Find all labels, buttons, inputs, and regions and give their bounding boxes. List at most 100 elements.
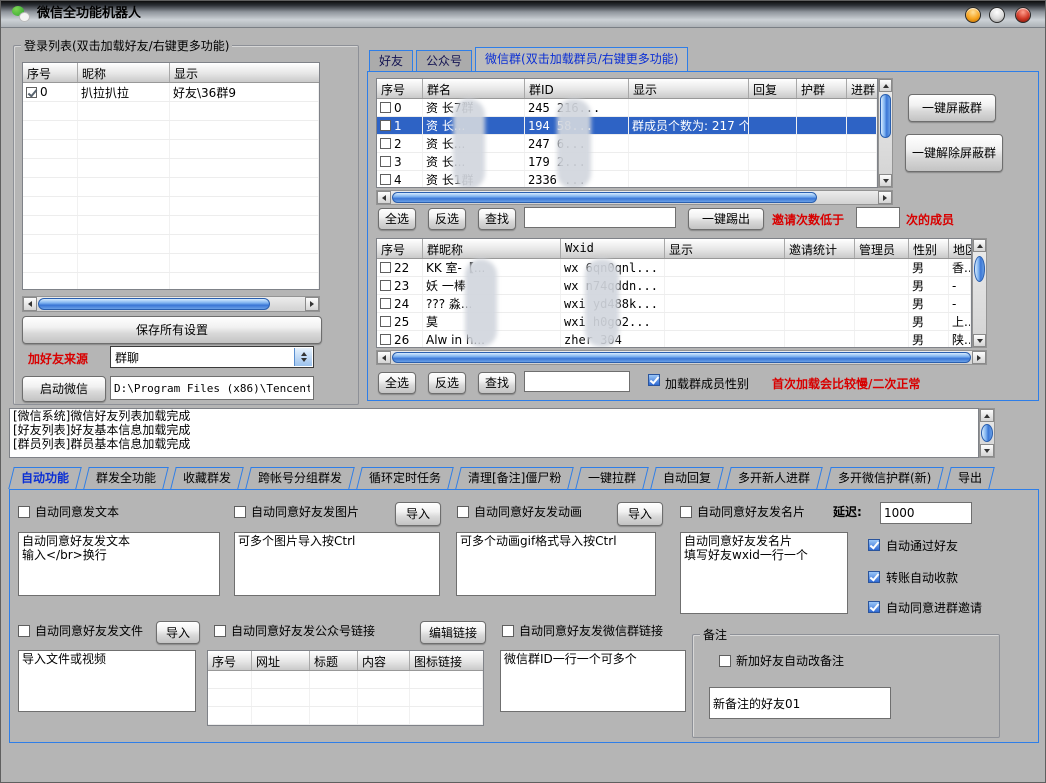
scroll-left-icon[interactable] xyxy=(377,351,391,364)
kick-button[interactable]: 一键踢出 xyxy=(688,208,764,230)
tab-pull-group[interactable]: 一键拉群 xyxy=(576,467,650,489)
group-hscrollbar[interactable] xyxy=(376,190,893,205)
friend-source-combobox[interactable]: 群聊 xyxy=(110,346,314,368)
member-find-input[interactable] xyxy=(524,371,630,392)
tab-cross-account-send[interactable]: 跨帐号分组群发 xyxy=(245,467,355,489)
auto-text-checkbox[interactable] xyxy=(18,506,30,518)
auto-image-area[interactable]: 可多个图片导入按Ctrl xyxy=(234,532,440,596)
auto-card-area[interactable]: 自动同意好友发名片 填写好友wxid一行一个 xyxy=(680,532,848,614)
login-hscroll-thumb[interactable] xyxy=(38,298,270,310)
row-checkbox[interactable] xyxy=(380,156,391,167)
log-vscrollbar[interactable] xyxy=(979,408,995,458)
auto-text-area[interactable]: 自动同意好友发文本 输入</br>换行 xyxy=(18,532,220,596)
wechat-path-input[interactable] xyxy=(110,376,314,400)
auto-grouplink-checkbox[interactable] xyxy=(502,625,514,637)
auto-join-checkbox[interactable] xyxy=(868,601,880,613)
scroll-up-icon[interactable] xyxy=(973,239,986,252)
minimize-button[interactable] xyxy=(965,7,981,23)
tab-export[interactable]: 导出 xyxy=(945,467,995,489)
scroll-up-icon[interactable] xyxy=(879,79,892,92)
group-select-all-button[interactable]: 全选 xyxy=(378,208,416,230)
import-images-button[interactable]: 导入 xyxy=(395,502,441,526)
row-checkbox[interactable] xyxy=(380,174,391,185)
table-row[interactable]: 3 资 长...179 2... xyxy=(377,153,877,171)
row-checkbox[interactable] xyxy=(380,120,391,131)
member-select-all-button[interactable]: 全选 xyxy=(378,372,416,394)
block-group-button[interactable]: 一键屏蔽群 xyxy=(908,94,996,122)
tab-newcomer-join[interactable]: 多开新人进群 xyxy=(726,467,824,489)
auto-anim-area[interactable]: 可多个动画gif格式导入按Ctrl xyxy=(456,532,656,596)
tab-favorites-send[interactable]: 收藏群发 xyxy=(170,467,244,489)
edit-link-button[interactable]: 编辑链接 xyxy=(420,621,486,644)
row-checkbox[interactable] xyxy=(380,316,391,327)
auto-publink-checkbox[interactable] xyxy=(214,625,226,637)
row-checkbox[interactable] xyxy=(380,280,391,291)
auto-file-area[interactable]: 导入文件或视频 xyxy=(18,650,196,712)
member-vscrollbar[interactable] xyxy=(972,238,987,348)
delay-input[interactable] xyxy=(880,502,972,524)
tab-auto-functions[interactable]: 自动功能 xyxy=(8,467,82,489)
group-invert-button[interactable]: 反选 xyxy=(428,208,466,230)
scroll-left-icon[interactable] xyxy=(23,297,37,311)
group-hscroll-thumb[interactable] xyxy=(392,192,817,203)
remark-checkbox[interactable] xyxy=(719,655,731,667)
scroll-right-icon[interactable] xyxy=(972,351,986,364)
unblock-group-button[interactable]: 一键解除屏蔽群 xyxy=(905,134,1003,172)
scroll-right-icon[interactable] xyxy=(878,191,892,204)
group-find-button[interactable]: 查找 xyxy=(478,208,516,230)
tab-multi-guard[interactable]: 多开微信护群(新) xyxy=(825,467,944,489)
remark-value-input[interactable] xyxy=(709,687,891,719)
tab-official-accounts[interactable]: 公众号 xyxy=(416,50,472,71)
member-vscroll-thumb[interactable] xyxy=(974,256,985,282)
table-row-selected[interactable]: 1 资 长...194 58... 群成员个数为: 217 个 xyxy=(377,117,877,135)
auto-file-checkbox[interactable] xyxy=(18,625,30,637)
group-vscrollbar[interactable] xyxy=(878,78,893,188)
spin-down-icon[interactable] xyxy=(301,358,307,362)
invite-count-input[interactable] xyxy=(856,207,900,228)
member-hscrollbar[interactable] xyxy=(376,350,987,365)
group-vscroll-thumb[interactable] xyxy=(880,94,891,138)
auto-image-checkbox[interactable] xyxy=(234,506,246,518)
scroll-down-icon[interactable] xyxy=(879,174,892,187)
tab-mass-send[interactable]: 群发全功能 xyxy=(83,467,169,489)
login-row-checkbox[interactable] xyxy=(26,87,37,98)
row-checkbox[interactable] xyxy=(380,262,391,273)
row-checkbox[interactable] xyxy=(380,138,391,149)
tab-auto-reply[interactable]: 自动回复 xyxy=(651,467,725,489)
tab-wechat-groups[interactable]: 微信群(双击加载群员/右键更多功能) xyxy=(475,47,688,71)
auto-collect-checkbox[interactable] xyxy=(868,571,880,583)
import-file-button[interactable]: 导入 xyxy=(156,621,200,644)
row-checkbox[interactable] xyxy=(380,298,391,309)
table-row[interactable]: 0 资 长7群245 216... xyxy=(377,99,877,117)
tab-friends[interactable]: 好友 xyxy=(369,50,413,71)
import-anim-button[interactable]: 导入 xyxy=(617,502,663,526)
table-row[interactable]: 4 资 长1群2336 ... xyxy=(377,171,877,188)
scroll-left-icon[interactable] xyxy=(377,191,391,204)
row-checkbox[interactable] xyxy=(380,102,391,113)
spin-up-icon[interactable] xyxy=(301,352,307,356)
scroll-down-icon[interactable] xyxy=(973,334,986,347)
log-vscroll-thumb[interactable] xyxy=(981,424,993,442)
close-button[interactable] xyxy=(1015,7,1031,23)
save-settings-button[interactable]: 保存所有设置 xyxy=(22,316,322,344)
auto-grouplink-area[interactable]: 微信群ID一行一个可多个 xyxy=(500,650,686,712)
member-hscroll-thumb[interactable] xyxy=(392,352,971,363)
login-row[interactable]: 0 扒拉扒拉 好友\36群9 xyxy=(23,83,319,102)
scroll-up-icon[interactable] xyxy=(980,409,994,422)
scroll-right-icon[interactable] xyxy=(305,297,319,311)
member-invert-button[interactable]: 反选 xyxy=(428,372,466,394)
scroll-down-icon[interactable] xyxy=(980,444,994,457)
load-sex-checkbox[interactable] xyxy=(648,374,660,386)
tab-timed-tasks[interactable]: 循环定时任务 xyxy=(356,467,454,489)
member-find-button[interactable]: 查找 xyxy=(478,372,516,394)
combo-spinner[interactable] xyxy=(294,348,312,366)
auto-anim-checkbox[interactable] xyxy=(457,506,469,518)
auto-card-checkbox[interactable] xyxy=(680,506,692,518)
row-checkbox[interactable] xyxy=(380,334,391,345)
maximize-button[interactable] xyxy=(989,7,1005,23)
group-find-input[interactable] xyxy=(524,207,676,228)
auto-pass-checkbox[interactable] xyxy=(868,539,880,551)
launch-wechat-button[interactable]: 启动微信 xyxy=(22,376,106,402)
tab-clean-zombies[interactable]: 清理[备注]僵尸粉 xyxy=(455,467,574,489)
login-hscrollbar[interactable] xyxy=(22,296,320,312)
